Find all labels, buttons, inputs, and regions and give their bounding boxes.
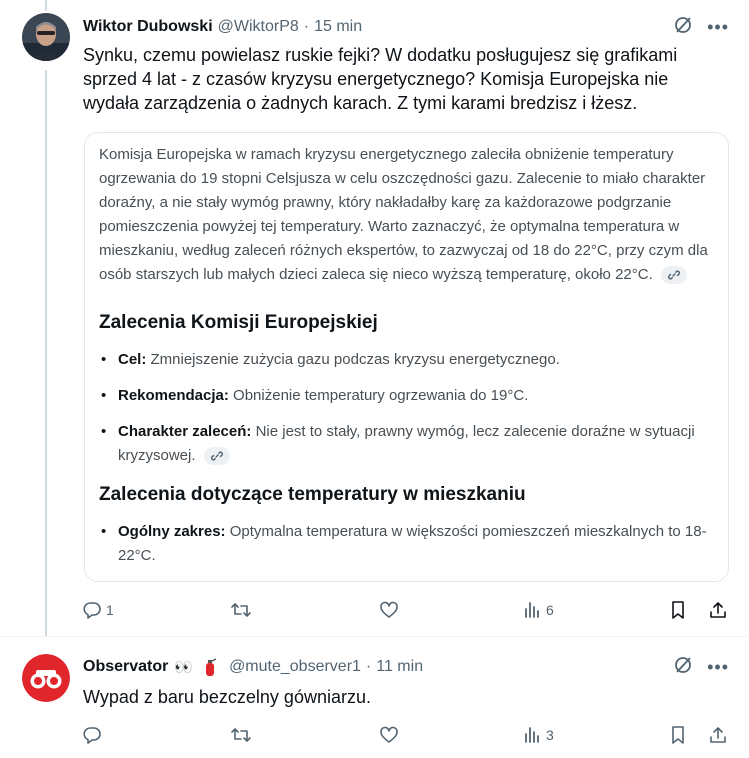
- tweet-header: Observator 👀 @mute_observer1 · 11 min ••…: [83, 656, 729, 678]
- reply-button[interactable]: 1: [82, 598, 114, 622]
- bookmark-icon: [672, 601, 684, 619]
- list-item: Charakter zaleceń: Nie jest to stały, pr…: [99, 420, 719, 468]
- avatar-observator[interactable]: [22, 654, 70, 702]
- card-paragraph: Komisja Europejska w ramach kryzysu ener…: [99, 143, 709, 287]
- author-name[interactable]: Observator: [83, 658, 168, 676]
- share-icon: [710, 602, 726, 618]
- list-item: Ogólny zakres: Optymalna temperatura w w…: [99, 520, 719, 568]
- tweet-wiktor[interactable]: Wiktor Dubowski @WiktorP8 · 15 min ••• S…: [0, 0, 749, 636]
- views-icon: [525, 602, 539, 618]
- grok-icon[interactable]: [673, 15, 693, 40]
- list-item-label: Charakter zaleceń:: [118, 423, 252, 440]
- grok-answer-card[interactable]: Komisja Europejska w ramach kryzysu ener…: [84, 132, 729, 582]
- list-item-label: Rekomendacja:: [118, 387, 229, 404]
- avatar-wiktor[interactable]: [22, 13, 70, 61]
- fire-extinguisher-icon: [203, 657, 217, 677]
- separator-dot: ·: [365, 658, 372, 675]
- more-options-icon[interactable]: •••: [707, 658, 729, 676]
- views-count: 6: [546, 602, 554, 618]
- card-heading-1: Zalecenia Komisji Europejskiej: [99, 312, 378, 333]
- retweet-button[interactable]: [230, 723, 252, 747]
- retweet-icon: [231, 603, 251, 617]
- share-button[interactable]: [708, 723, 728, 747]
- tweet-actions: 1 6: [82, 598, 729, 622]
- bookmark-icon: [672, 726, 684, 744]
- author-name[interactable]: Wiktor Dubowski: [83, 18, 213, 36]
- card-paragraph-text: Komisja Europejska w ramach kryzysu ener…: [99, 146, 708, 283]
- tweet-text: Synku, czemu powielasz ruskie fejki? W d…: [83, 45, 678, 113]
- thread-line: [45, 70, 47, 636]
- reply-icon: [83, 602, 101, 619]
- retweet-button[interactable]: [230, 598, 252, 622]
- timestamp[interactable]: 15 min: [314, 18, 362, 36]
- more-options-icon[interactable]: •••: [707, 18, 729, 36]
- heart-icon: [380, 726, 398, 743]
- eyes-emoji: 👀: [174, 659, 194, 676]
- views-count: 3: [546, 727, 554, 743]
- tweet-observator[interactable]: Observator 👀 @mute_observer1 · 11 min ••…: [0, 637, 749, 758]
- grok-icon[interactable]: [673, 655, 693, 680]
- list-item: Rekomendacja: Obniżenie temperatury ogrz…: [99, 384, 719, 408]
- list-item: Cel: Zmniejszenie zużycia gazu podczas k…: [99, 348, 719, 372]
- tweet-text: Wypad z baru bezczelny gówniarzu.: [83, 687, 371, 707]
- author-handle[interactable]: @mute_observer1: [229, 658, 361, 676]
- tweet-header: Wiktor Dubowski @WiktorP8 · 15 min •••: [83, 16, 729, 38]
- thread-line-top: [45, 0, 47, 11]
- retweet-icon: [231, 728, 251, 742]
- bookmark-button[interactable]: [668, 598, 688, 622]
- link-icon[interactable]: [203, 447, 230, 466]
- heart-icon: [380, 601, 398, 618]
- timestamp[interactable]: 11 min: [376, 658, 423, 676]
- reply-button[interactable]: [82, 723, 102, 747]
- list-item-label: Ogólny zakres:: [118, 523, 226, 540]
- separator-dot: ·: [303, 18, 310, 35]
- list-item-label: Cel:: [118, 351, 147, 368]
- reply-count: 1: [106, 602, 114, 618]
- tweet-actions: 3: [82, 723, 729, 747]
- card-list-1: Cel: Zmniejszenie zużycia gazu podczas k…: [99, 348, 714, 468]
- views-icon: [525, 727, 539, 743]
- reply-icon: [83, 727, 101, 744]
- card-list-2: Ogólny zakres: Optymalna temperatura w w…: [99, 520, 714, 568]
- list-item-text: Obniżenie temperatury ogrzewania do 19°C…: [228, 387, 529, 404]
- link-icon[interactable]: [660, 266, 687, 285]
- share-button[interactable]: [708, 598, 728, 622]
- like-button[interactable]: [379, 598, 399, 622]
- card-heading-2: Zalecenia dotyczące temperatury w mieszk…: [99, 484, 526, 505]
- bookmark-button[interactable]: [668, 723, 688, 747]
- share-icon: [710, 727, 726, 743]
- list-item-text: Zmniejszenie zużycia gazu podczas kryzys…: [146, 351, 560, 368]
- views-button[interactable]: 6: [522, 598, 554, 622]
- views-button[interactable]: 3: [522, 723, 554, 747]
- author-handle[interactable]: @WiktorP8: [218, 18, 299, 36]
- like-button[interactable]: [379, 723, 399, 747]
